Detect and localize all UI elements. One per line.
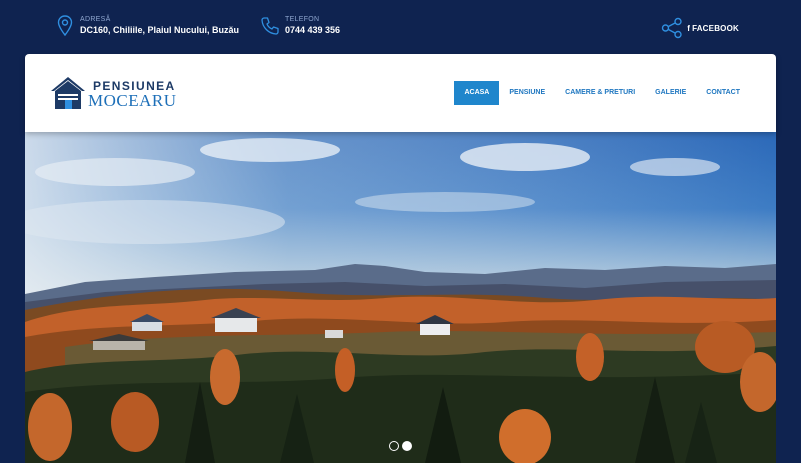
location-pin-icon bbox=[54, 14, 76, 38]
hero-landscape-image bbox=[25, 132, 776, 463]
site-logo[interactable]: PENSIUNEA MOCEARU bbox=[51, 74, 176, 112]
nav-item-acasa[interactable]: ACASA bbox=[454, 81, 500, 105]
address-value: DC160, Chiliile, Plaiul Nucului, Buzău bbox=[80, 25, 240, 35]
phone-label: TELEFON bbox=[285, 16, 320, 23]
share-icon bbox=[661, 17, 682, 39]
slide-dot-2[interactable] bbox=[402, 441, 412, 451]
address-label: ADRESĂ bbox=[80, 16, 111, 23]
facebook-icon: f bbox=[687, 23, 691, 33]
top-info-bar: ADRESĂ DC160, Chiliile, Plaiul Nucului, … bbox=[0, 0, 801, 54]
hero-slider bbox=[25, 132, 776, 463]
address-info: ADRESĂ DC160, Chiliile, Plaiul Nucului, … bbox=[54, 14, 239, 38]
phone-info: TELEFON 0744 439 356 bbox=[259, 14, 340, 38]
logo-line2: MOCEARU bbox=[88, 91, 177, 110]
slider-pagination bbox=[389, 441, 415, 451]
nav-item-pensiune[interactable]: PENSIUNE bbox=[499, 81, 555, 105]
nav-item-camere-preturi[interactable]: CAMERE & PRETURI bbox=[555, 81, 645, 105]
slide-dot-1[interactable] bbox=[389, 441, 399, 451]
site-header: PENSIUNEA MOCEARU ACASA PENSIUNE CAMERE … bbox=[25, 54, 776, 132]
house-logo-icon bbox=[51, 77, 85, 109]
nav-item-contact[interactable]: CONTACT bbox=[696, 81, 750, 105]
main-nav: ACASA PENSIUNE CAMERE & PRETURI GALERIE … bbox=[454, 81, 750, 105]
nav-item-galerie[interactable]: GALERIE bbox=[645, 81, 696, 105]
facebook-link[interactable]: f FACEBOOK bbox=[661, 17, 739, 39]
facebook-label: FACEBOOK bbox=[692, 23, 739, 33]
phone-value[interactable]: 0744 439 356 bbox=[285, 24, 340, 37]
phone-icon bbox=[259, 14, 281, 38]
